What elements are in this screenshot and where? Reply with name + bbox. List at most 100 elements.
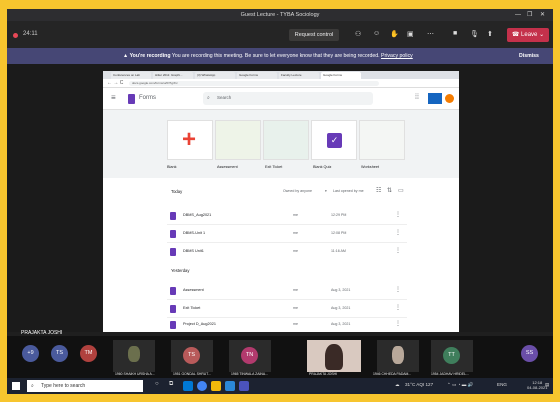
- form-date: 11:16 AM: [331, 249, 346, 253]
- participant-tile[interactable]: [113, 340, 155, 372]
- recent-forms-list: Today Owned by anyone ▾ Last opened by m…: [103, 178, 459, 332]
- participant-avatar: TN: [241, 347, 258, 364]
- chrome-icon[interactable]: [197, 381, 207, 391]
- participant-avatar: TS: [183, 347, 200, 364]
- windows-start-icon[interactable]: [12, 382, 20, 390]
- participant-avatar: TT: [443, 347, 460, 364]
- participant-name: 1954 JADHAV HRIDEL...: [431, 372, 469, 376]
- browser-tab[interactable]: Google Forms: [237, 72, 277, 79]
- chat-icon[interactable]: ☺: [373, 30, 380, 37]
- apps-grid-icon[interactable]: ⁞⁞: [415, 94, 419, 101]
- more-vert-icon[interactable]: ⋮: [395, 247, 401, 254]
- template-assessment[interactable]: [215, 120, 261, 160]
- form-name: Exit Ticket: [183, 306, 201, 310]
- task-view-icon[interactable]: ⧉: [169, 381, 173, 388]
- dismiss-button[interactable]: Dismiss: [519, 48, 539, 64]
- avatar[interactable]: [445, 94, 454, 103]
- template-blank[interactable]: +: [167, 120, 213, 160]
- mail-icon[interactable]: [225, 381, 235, 391]
- browser-nav-icons[interactable]: ← → C: [107, 80, 123, 86]
- divider: [167, 224, 407, 225]
- participants-icon[interactable]: ⚇: [355, 30, 361, 38]
- table-row[interactable]: DBMS-Unit 1 me 12:08 PM ⋮: [167, 227, 407, 241]
- participant-tile[interactable]: TS: [171, 340, 213, 372]
- weather-text[interactable]: 31°C AQI 127: [405, 382, 433, 387]
- participant-tile[interactable]: TT: [431, 340, 473, 372]
- participant-name: 1960 SHAIKH URSHA A...: [115, 372, 155, 376]
- forms-logo-icon: [128, 94, 135, 104]
- form-file-icon: [170, 287, 176, 295]
- form-date: 12:08 PM: [331, 231, 347, 235]
- section-heading-today: Today: [171, 189, 183, 194]
- participant-video-tile[interactable]: [307, 340, 361, 372]
- more-vert-icon[interactable]: ⋮: [395, 304, 401, 311]
- chevron-down-icon[interactable]: ▾: [325, 189, 327, 193]
- url-field[interactable]: docs.google.com/forms/u/0/?tgif=c: [129, 81, 379, 86]
- form-owner: me: [293, 249, 298, 253]
- browser-tab[interactable]: Hitler 2011: Graphi...: [153, 72, 193, 79]
- minimize-icon[interactable]: —: [515, 9, 521, 21]
- participant-tile[interactable]: [377, 340, 419, 372]
- browser-tab[interactable]: (3) WhatsApp: [195, 72, 235, 79]
- participant-avatar[interactable]: SS: [521, 345, 538, 362]
- more-vert-icon[interactable]: ⋮: [395, 320, 401, 327]
- camera-icon[interactable]: ■: [453, 30, 457, 37]
- browser-tab[interactable]: Faculty Lecture: [279, 72, 319, 79]
- more-vert-icon[interactable]: ⋮: [395, 211, 401, 218]
- org-logo: [428, 93, 442, 104]
- form-owner: me: [293, 288, 298, 292]
- file-explorer-icon[interactable]: [211, 381, 221, 391]
- request-control-button[interactable]: Request control: [289, 29, 339, 41]
- table-row[interactable]: Assessment me Aug 3, 2021 ⋮: [167, 284, 407, 298]
- template-worksheet[interactable]: [359, 120, 405, 160]
- sort-az-icon[interactable]: ⇅: [387, 187, 392, 194]
- teams-icon[interactable]: [239, 381, 249, 391]
- hamburger-menu-icon[interactable]: ≡: [111, 93, 116, 102]
- rooms-icon[interactable]: ▣: [407, 30, 414, 38]
- weather-icon[interactable]: ☁: [395, 382, 400, 388]
- privacy-policy-link[interactable]: Privacy policy: [381, 53, 413, 59]
- form-owner: me: [293, 213, 298, 217]
- template-blank-quiz[interactable]: ✓: [311, 120, 357, 160]
- maximize-icon[interactable]: ❐: [527, 9, 532, 21]
- recording-dot-icon: [13, 33, 18, 38]
- more-actions-icon[interactable]: ⋯: [427, 30, 434, 38]
- edge-icon[interactable]: [183, 381, 193, 391]
- participant-strip: +9 TS TM 1960 SHAIKH URSHA A... TS 1951 …: [7, 336, 553, 378]
- forms-search-input[interactable]: ⌕ Search: [203, 92, 373, 105]
- sort-label[interactable]: Last opened by me: [333, 189, 364, 193]
- form-date: Aug 3, 2021: [331, 306, 351, 310]
- table-row[interactable]: Project D_Aug2021 me Aug 3, 2021 ⋮: [167, 318, 407, 332]
- table-row[interactable]: Exit Ticket me Aug 3, 2021 ⋮: [167, 302, 407, 316]
- language-indicator[interactable]: ENG: [497, 382, 507, 387]
- mic-icon[interactable]: 🎙: [470, 30, 479, 38]
- leave-button[interactable]: ☎ Leave ⌄: [507, 28, 549, 42]
- windows-taskbar: ⌕ Type here to search ○ ⧉ ☁ 31°C AQI 127…: [7, 378, 553, 394]
- cortana-icon[interactable]: ○: [155, 381, 159, 387]
- browser-tab-active[interactable]: Google Forms: [321, 72, 361, 79]
- more-participants-badge[interactable]: +9: [22, 345, 39, 362]
- taskbar-search-placeholder: Type here to search: [41, 383, 86, 389]
- system-tray-icons[interactable]: ⌃ ▭ ◔ ▬ 🔊: [447, 382, 473, 388]
- taskbar-search-input[interactable]: ⌕ Type here to search: [27, 380, 143, 392]
- participant-name: 1946 CHHEDA PADAM...: [373, 372, 412, 376]
- template-label: Blank Quiz: [313, 165, 332, 169]
- participant-tile[interactable]: TN: [229, 340, 271, 372]
- more-vert-icon[interactable]: ⋮: [395, 286, 401, 293]
- folder-icon[interactable]: ▭: [398, 187, 404, 194]
- participant-name: PRAJAKTA JOSHI: [309, 372, 338, 376]
- more-vert-icon[interactable]: ⋮: [395, 229, 401, 236]
- reactions-icon[interactable]: ✋: [390, 30, 399, 38]
- grid-view-icon[interactable]: ☷: [376, 187, 381, 194]
- close-icon[interactable]: ✕: [540, 9, 545, 21]
- browser-tab-strip: Conferences on Lab Hitler 2011: Graphi..…: [103, 71, 459, 79]
- notifications-icon[interactable]: ▤: [545, 382, 549, 388]
- participant-avatar[interactable]: TM: [80, 345, 97, 362]
- browser-tab[interactable]: Conferences on Lab: [111, 72, 151, 79]
- table-row[interactable]: DBMS Unit1 me 11:16 AM ⋮: [167, 245, 407, 259]
- table-row[interactable]: DBMS_Aug2021 me 12:29 PM ⋮: [167, 209, 407, 223]
- share-tray-icon[interactable]: ⬆: [487, 30, 493, 38]
- owner-filter-dropdown[interactable]: Owned by anyone: [283, 189, 312, 193]
- participant-avatar[interactable]: TS: [51, 345, 68, 362]
- template-exit-ticket[interactable]: [263, 120, 309, 160]
